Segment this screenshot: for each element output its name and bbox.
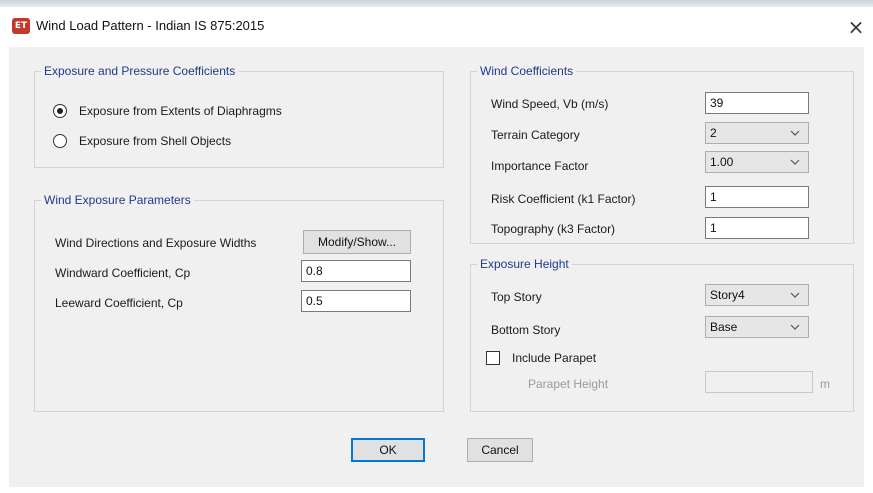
wind-speed-input[interactable] xyxy=(705,92,809,114)
radio-selected-dot xyxy=(57,108,63,114)
parapet-unit-label: m xyxy=(820,377,830,391)
exposure-height-legend: Exposure Height xyxy=(480,257,569,271)
wind-exposure-legend: Wind Exposure Parameters xyxy=(44,193,191,207)
wind-directions-label: Wind Directions and Exposure Widths xyxy=(55,236,257,250)
terrain-category-value: 2 xyxy=(710,126,717,140)
topography-factor-input[interactable] xyxy=(705,217,809,239)
cancel-button[interactable]: Cancel xyxy=(467,438,533,462)
leeward-coefficient-input[interactable] xyxy=(301,290,411,312)
background-window-strip xyxy=(0,0,873,7)
app-icon: ET xyxy=(12,18,30,34)
top-story-select[interactable]: Story4 xyxy=(705,284,809,306)
importance-factor-label: Importance Factor xyxy=(491,159,589,173)
importance-factor-value: 1.00 xyxy=(710,155,734,169)
top-story-label: Top Story xyxy=(491,290,542,304)
include-parapet-checkbox[interactable] xyxy=(486,351,500,365)
title-bar: ET Wind Load Pattern - Indian IS 875:201… xyxy=(0,7,873,47)
topography-factor-label: Topography (k3 Factor) xyxy=(491,222,616,236)
terrain-category-select[interactable]: 2 xyxy=(705,122,809,144)
bottom-story-select[interactable]: Base xyxy=(705,316,809,338)
bottom-story-value: Base xyxy=(710,320,738,334)
chevron-down-icon xyxy=(790,292,800,298)
leeward-coefficient-label: Leeward Coefficient, Cp xyxy=(55,296,183,310)
chevron-down-icon xyxy=(790,159,800,165)
exposure-pressure-legend: Exposure and Pressure Coefficients xyxy=(44,64,236,78)
radio-diaphragm-extents-label[interactable]: Exposure from Extents of Diaphragms xyxy=(79,104,282,118)
risk-coefficient-input[interactable] xyxy=(705,186,809,208)
windward-coefficient-label: Windward Coefficient, Cp xyxy=(55,266,191,280)
chevron-down-icon xyxy=(790,130,800,136)
bottom-story-label: Bottom Story xyxy=(491,323,561,337)
close-icon[interactable]: × xyxy=(842,13,870,41)
wind-speed-label: Wind Speed, Vb (m/s) xyxy=(491,97,609,111)
radio-shell-objects[interactable] xyxy=(53,134,67,148)
chevron-down-icon xyxy=(790,324,800,330)
window-title: Wind Load Pattern - Indian IS 875:2015 xyxy=(36,18,265,33)
radio-diaphragm-extents[interactable] xyxy=(53,104,67,118)
wind-coefficients-legend: Wind Coefficients xyxy=(480,64,574,78)
dialog-body: Exposure and Pressure Coefficients Expos… xyxy=(9,47,864,487)
include-parapet-label[interactable]: Include Parapet xyxy=(512,351,596,365)
parapet-height-label: Parapet Height xyxy=(528,377,609,391)
terrain-category-label: Terrain Category xyxy=(491,128,580,142)
risk-coefficient-label: Risk Coefficient (k1 Factor) xyxy=(491,192,636,206)
top-story-value: Story4 xyxy=(710,288,745,302)
radio-shell-objects-label[interactable]: Exposure from Shell Objects xyxy=(79,134,231,148)
ok-button[interactable]: OK xyxy=(351,438,425,462)
modify-show-button[interactable]: Modify/Show... xyxy=(303,230,411,254)
importance-factor-select[interactable]: 1.00 xyxy=(705,151,809,173)
windward-coefficient-input[interactable] xyxy=(301,260,411,282)
parapet-height-input[interactable] xyxy=(705,371,813,393)
